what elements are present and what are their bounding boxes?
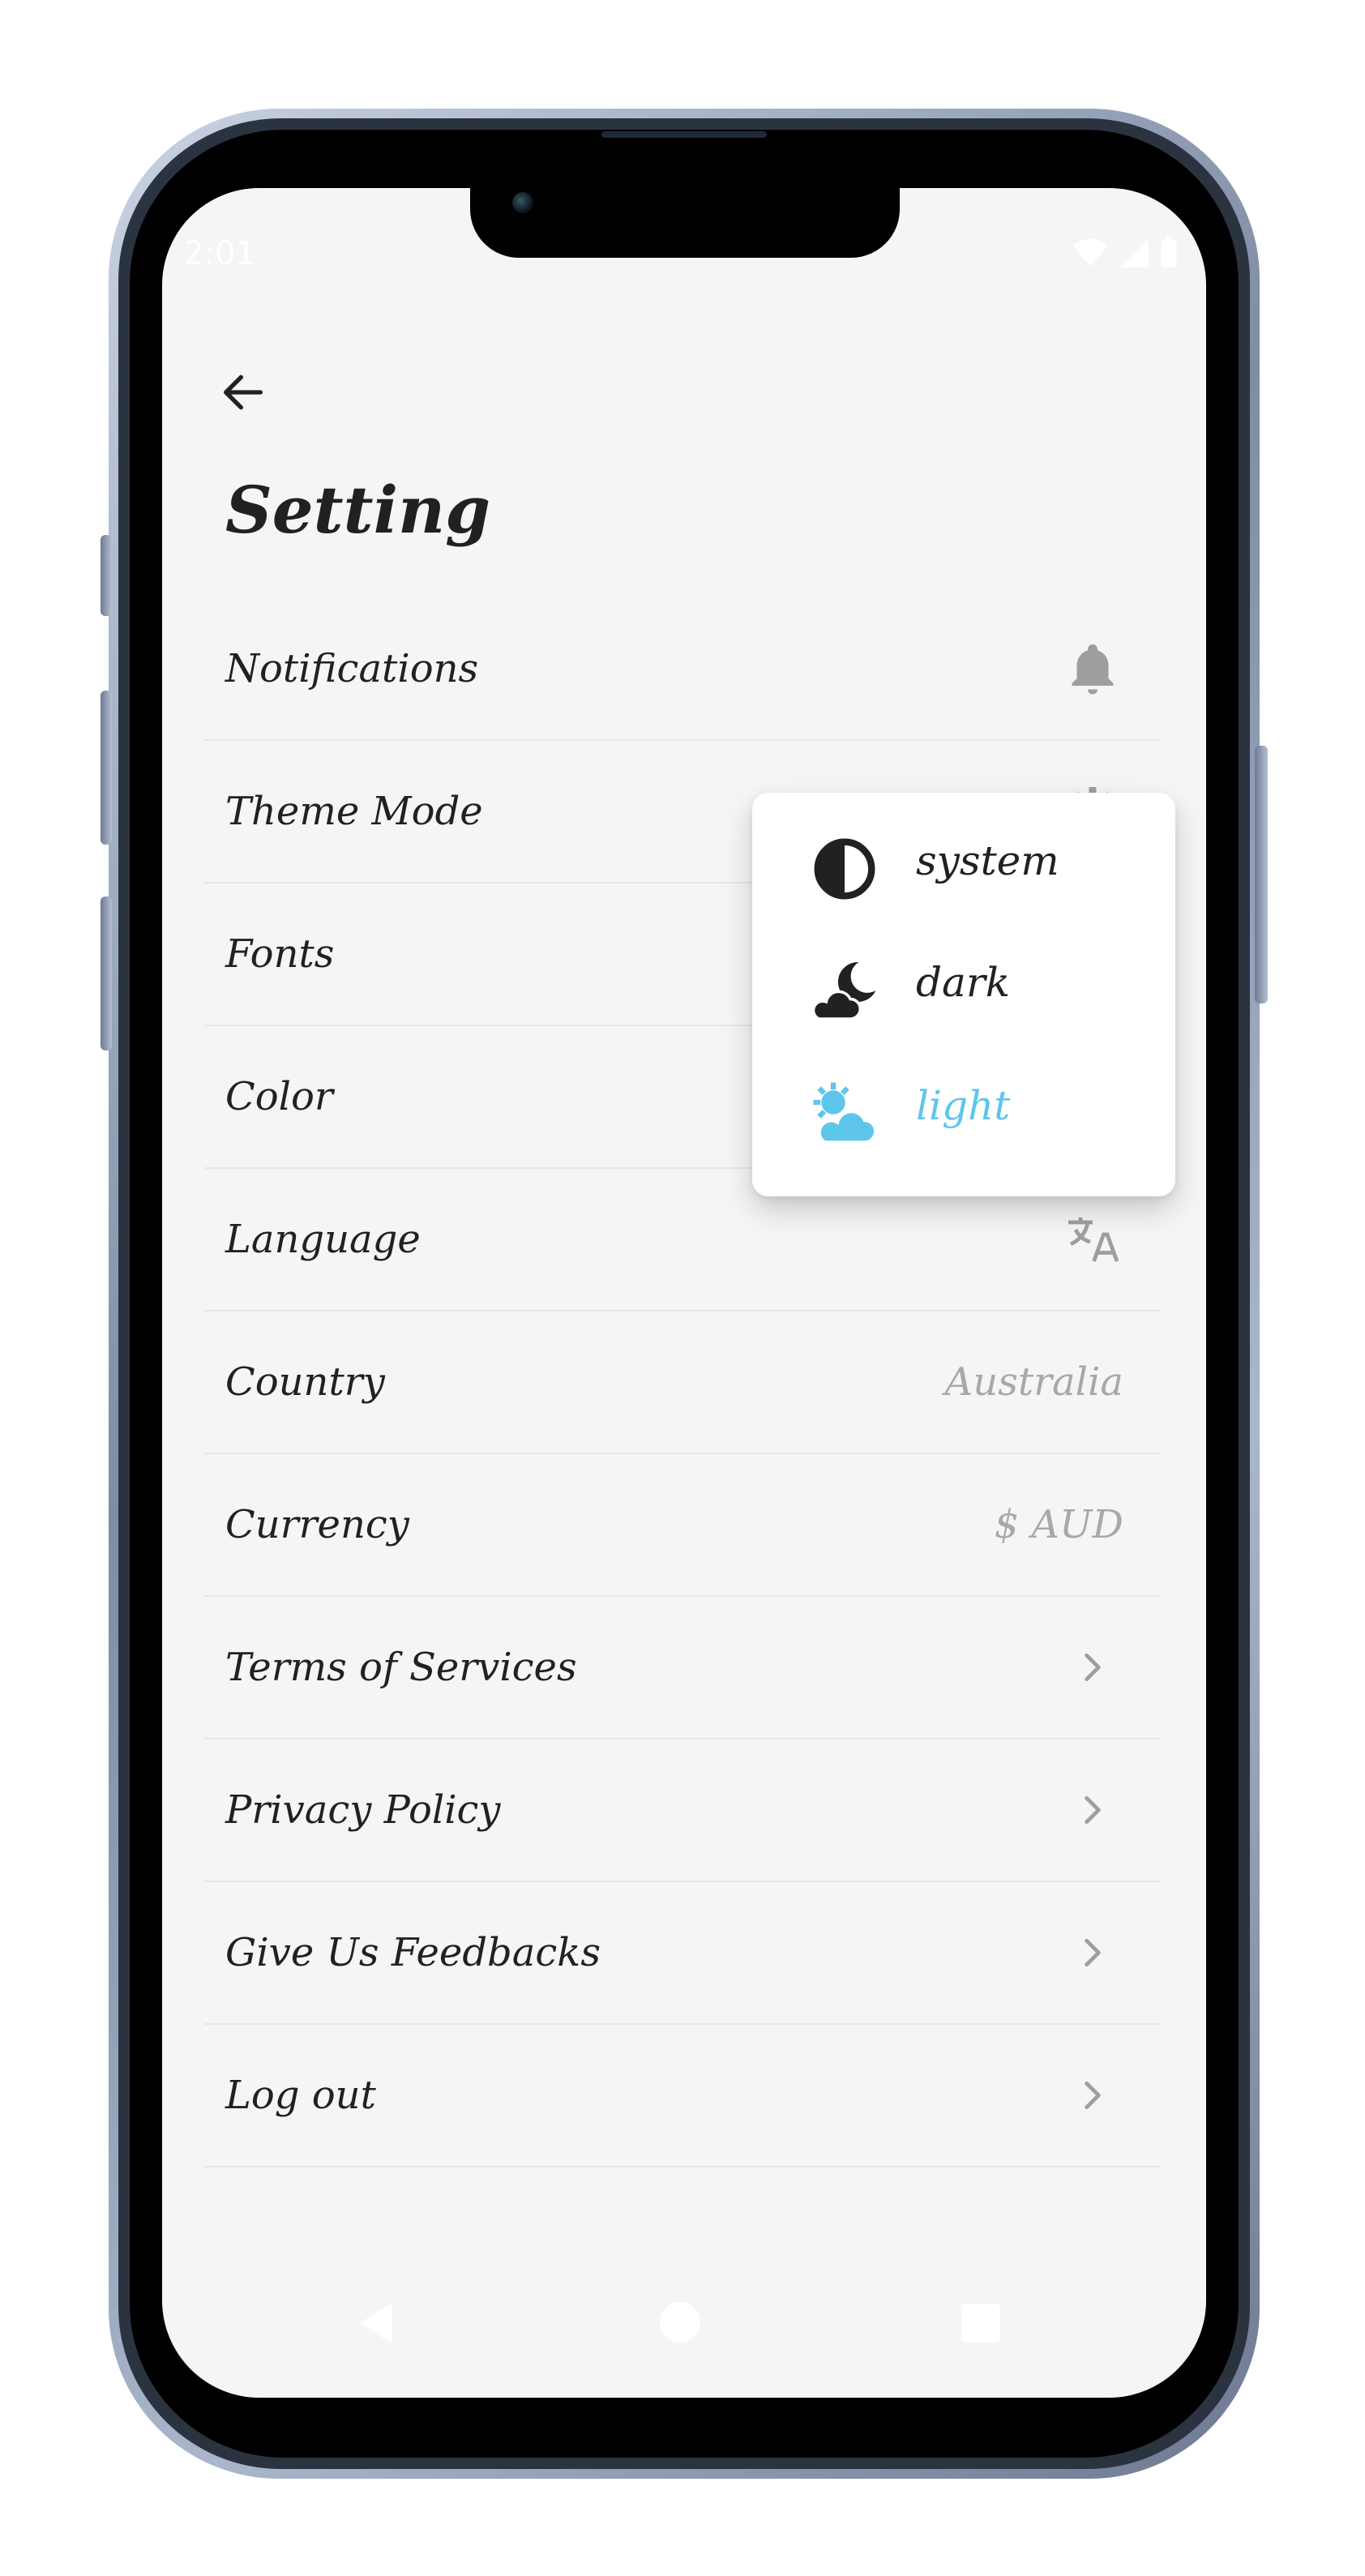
- setting-label: Privacy Policy: [225, 1787, 501, 1833]
- phone-power-button: [1255, 746, 1268, 1003]
- status-time: 2:01: [183, 235, 256, 272]
- setting-label: Theme Mode: [225, 789, 483, 834]
- chevron-right-icon: [1085, 1938, 1101, 1967]
- nav-back-button[interactable]: [352, 2299, 400, 2347]
- chevron-right-icon: [1085, 1653, 1101, 1682]
- setting-row-notifications[interactable]: Notifications: [204, 598, 1161, 741]
- notch: [470, 188, 900, 258]
- moon-cloud-icon: [811, 961, 876, 1021]
- setting-label: Terms of Services: [225, 1645, 577, 1690]
- phone-silent-switch: [101, 535, 112, 616]
- half-circle-icon: [814, 838, 875, 900]
- menu-item-label: dark: [916, 959, 1011, 1006]
- setting-label: Give Us Feedbacks: [225, 1930, 601, 1975]
- setting-label: Log out: [225, 2073, 376, 2118]
- menu-item-dark[interactable]: dark: [752, 922, 1175, 1042]
- currency-value: $ AUD: [994, 1502, 1123, 1547]
- bell-icon[interactable]: [1063, 640, 1122, 698]
- menu-item-light[interactable]: light: [752, 1046, 1175, 1166]
- wifi-icon: [1072, 238, 1108, 267]
- country-value: Australia: [944, 1359, 1123, 1405]
- menu-item-label: system: [916, 837, 1059, 884]
- sun-cloud-icon: [813, 1082, 877, 1144]
- setting-row-currency[interactable]: Currency $ AUD: [204, 1454, 1161, 1597]
- nav-recents-button[interactable]: [961, 2304, 1000, 2343]
- setting-row-privacy[interactable]: Privacy Policy: [204, 1739, 1161, 1882]
- menu-item-label: light: [916, 1082, 1011, 1129]
- setting-label: Country: [225, 1359, 385, 1405]
- nav-home-button[interactable]: [660, 2302, 700, 2343]
- setting-row-terms[interactable]: Terms of Services: [204, 1597, 1161, 1739]
- back-button[interactable]: [217, 366, 269, 418]
- page-title: Setting: [225, 472, 491, 548]
- battery-icon: [1161, 237, 1177, 267]
- phone-volume-up: [101, 691, 112, 845]
- signal-icon: [1119, 238, 1149, 267]
- setting-row-feedback[interactable]: Give Us Feedbacks: [204, 1882, 1161, 2025]
- status-bar-right: [1072, 237, 1179, 275]
- menu-item-system[interactable]: system: [752, 801, 1175, 921]
- setting-row-country[interactable]: Country Australia: [204, 1312, 1161, 1454]
- setting-label: Currency: [225, 1502, 409, 1547]
- theme-mode-menu: system dark light: [752, 793, 1175, 1196]
- camera: [512, 192, 533, 213]
- nav-back-icon: [360, 2303, 392, 2343]
- setting-label: Color: [225, 1074, 333, 1119]
- chevron-right-icon: [1085, 2081, 1101, 2110]
- setting-label: Notifications: [225, 646, 479, 691]
- phone-volume-down: [101, 896, 112, 1051]
- status-bar-left: 2:01: [183, 235, 256, 272]
- translate-icon[interactable]: [1063, 1210, 1122, 1269]
- setting-row-logout[interactable]: Log out: [204, 2025, 1161, 2167]
- arrow-left-icon: [224, 374, 263, 410]
- phone-speaker: [601, 131, 767, 138]
- setting-label: Language: [225, 1217, 421, 1262]
- setting-label: Fonts: [225, 931, 335, 977]
- chevron-right-icon: [1085, 1795, 1101, 1825]
